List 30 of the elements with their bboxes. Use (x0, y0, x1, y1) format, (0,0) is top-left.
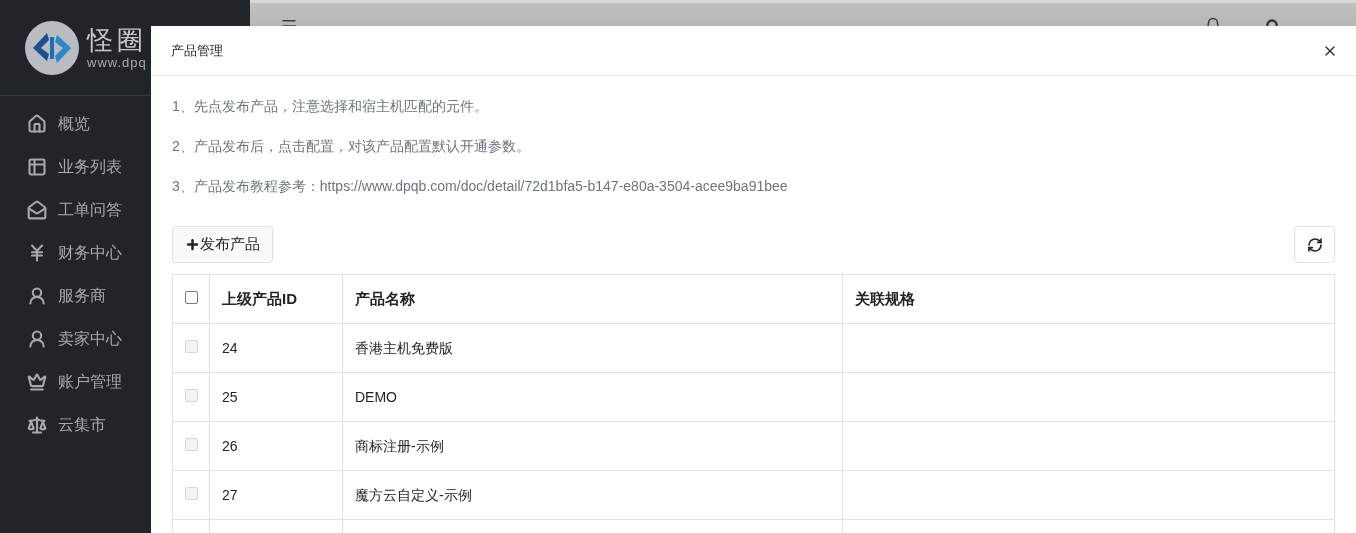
table-cell: 26 (209, 421, 343, 471)
house-icon (27, 113, 47, 134)
crown-icon (27, 371, 47, 392)
checkbox[interactable] (184, 290, 198, 304)
table-cell: 魔方云自定义-示例 (342, 470, 843, 520)
table-header-cell: 上级产品ID (209, 274, 343, 324)
instruction-text: 3、产品发布教程参考：https://www.dpqb.com/doc/detail/72d1bfa5-b147-e80a-3504-acee9ba91bee (172, 177, 789, 196)
table-cell: 27 (209, 470, 343, 520)
logo-subtitle: www.dpq (87, 54, 147, 71)
refresh-button[interactable] (1294, 226, 1335, 263)
instruction-text: 1、先点发布产品，注意选择和宿主机匹配的元件。 (172, 97, 489, 116)
table-cell: 25 (209, 372, 343, 422)
instruction-text: 2、产品发布后，点击配置，对该产品配置默认开通参数。 (172, 137, 531, 156)
table-cell: 商标注册-示例 (342, 421, 843, 471)
scale-icon (27, 414, 47, 435)
envelope-icon (27, 199, 47, 220)
person-icon (27, 285, 47, 306)
table-cell: 24 (209, 323, 343, 373)
publish-button[interactable]: 发布产品 (172, 226, 273, 263)
plus-icon (185, 237, 200, 252)
list-icon (27, 156, 47, 177)
table-cell: DEMO (342, 372, 843, 422)
table-header-cell: 产品名称 (342, 274, 843, 324)
table-cell: 香港主机免费版 (342, 323, 843, 373)
table-header-cell: 关联规格 (842, 274, 1335, 324)
modal-title: 产品管理 (171, 41, 223, 60)
logo-title: 怪圈 (87, 24, 147, 55)
logo-icon (25, 20, 79, 75)
person-icon (27, 328, 47, 349)
refresh-icon (1306, 236, 1323, 253)
